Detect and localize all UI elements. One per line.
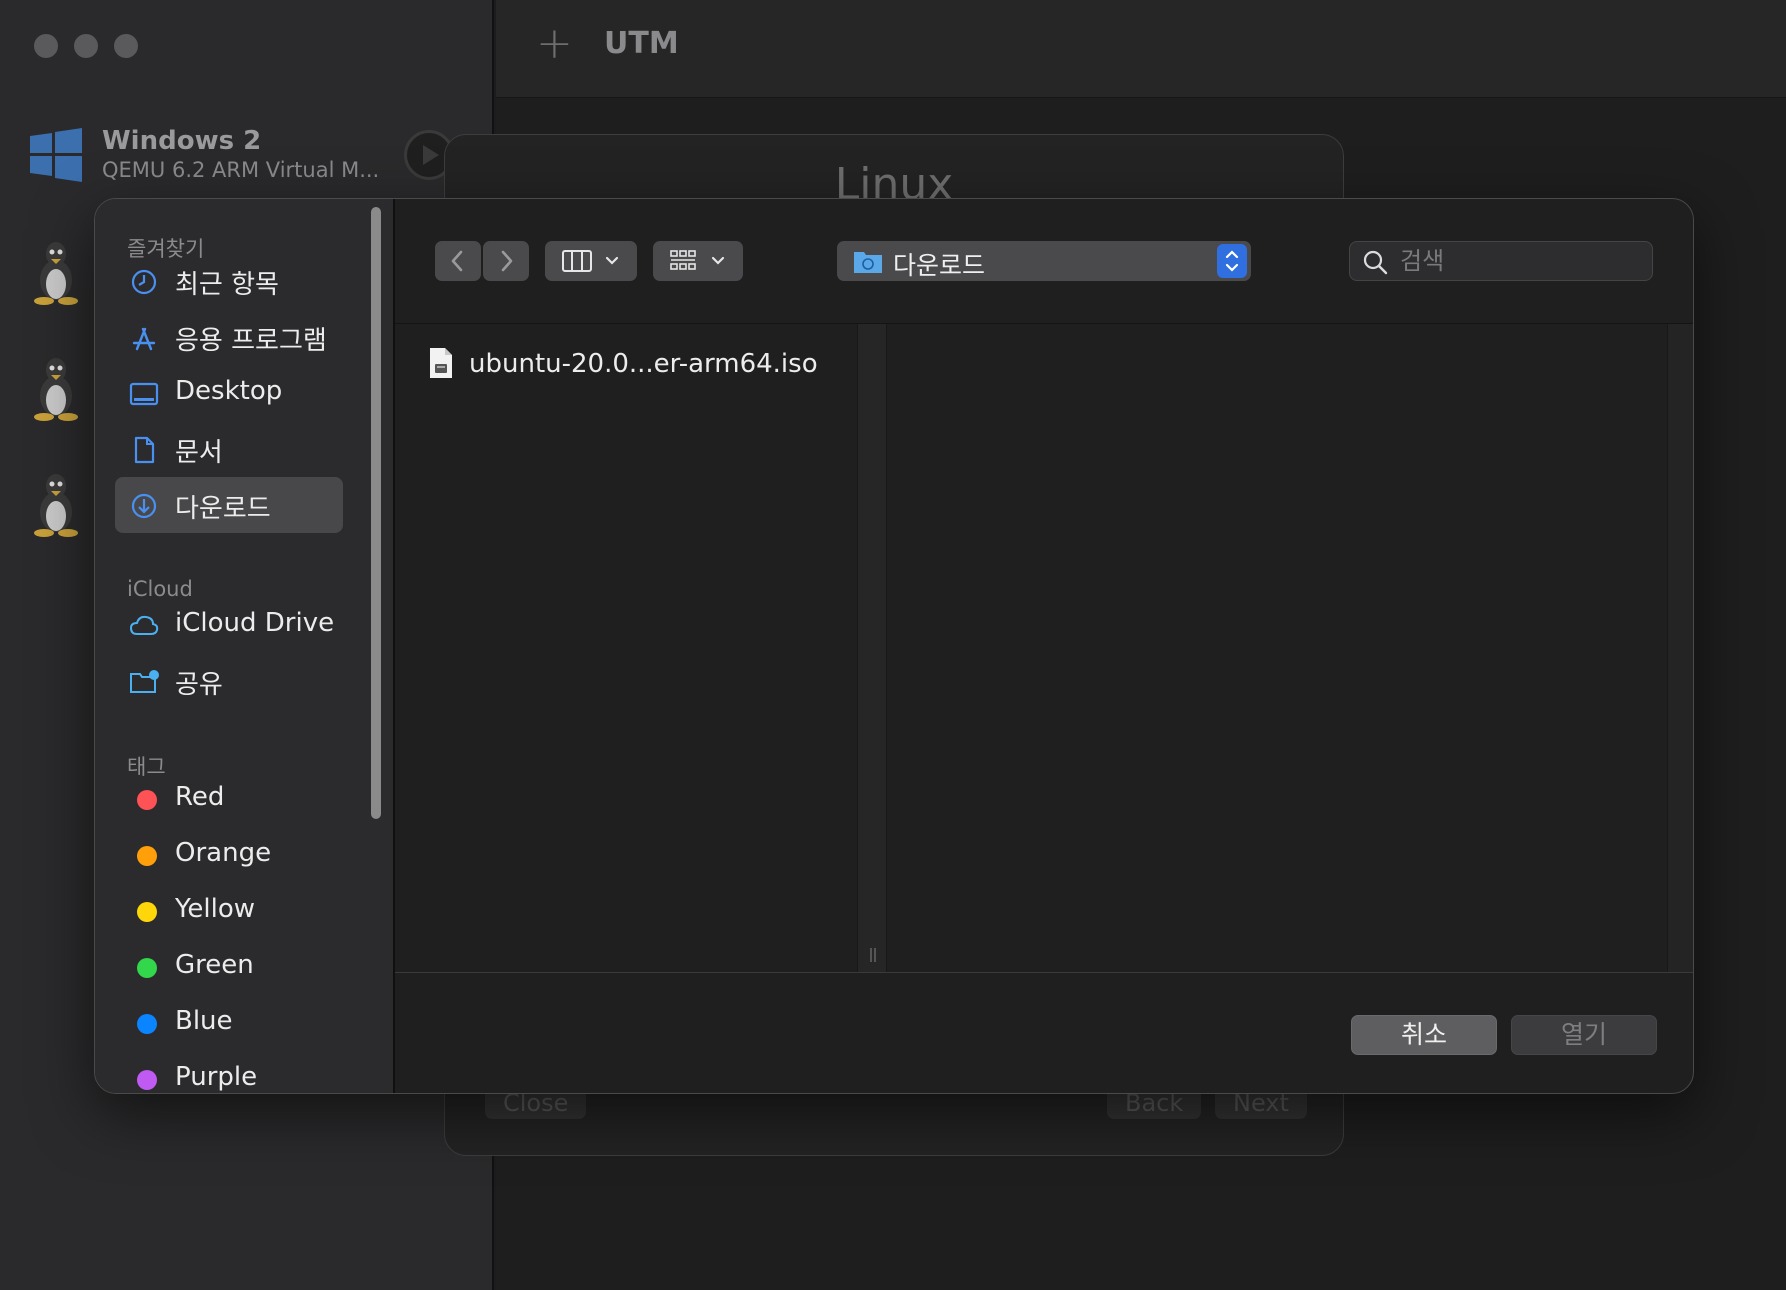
back-nav-button[interactable] xyxy=(435,241,481,281)
column-view-button[interactable] xyxy=(545,241,637,281)
sidebar-item-downloads[interactable]: 다운로드 xyxy=(115,477,343,533)
column-resize-handle[interactable] xyxy=(857,324,887,972)
grip-icon xyxy=(870,948,876,962)
cancel-button[interactable]: 취소 xyxy=(1351,1015,1497,1055)
zoom-window-button[interactable] xyxy=(114,34,138,58)
dialog-sidebar: 즐겨찾기 최근 항목 응용 프로그램 Desktop 문서 다운로드 iClou… xyxy=(95,199,395,1093)
grid-view-icon xyxy=(670,250,725,270)
sidebar-item-label: Blue xyxy=(175,1006,233,1036)
sidebar-item-icloud-drive[interactable]: iCloud Drive xyxy=(115,597,343,653)
sidebar-item-label: Orange xyxy=(175,838,272,868)
vm-subtitle: QEMU 6.2 ARM Virtual M... xyxy=(102,158,380,182)
location-label: 다운로드 xyxy=(893,251,986,280)
chevron-up-down-icon xyxy=(1225,250,1239,272)
desktop-icon xyxy=(129,382,159,406)
sidebar-item-label: 공유 xyxy=(175,670,223,700)
forward-nav-button[interactable] xyxy=(483,241,529,281)
column-right-edge xyxy=(1667,324,1693,972)
group-view-button[interactable] xyxy=(653,241,743,281)
sidebar-tag-purple[interactable]: Purple xyxy=(115,1051,343,1093)
browser-column-2[interactable] xyxy=(887,324,1667,972)
downloads-folder-icon xyxy=(854,252,882,273)
sidebar-tag-orange[interactable]: Orange xyxy=(115,827,343,883)
search-field[interactable] xyxy=(1349,241,1653,281)
tag-color-dot xyxy=(137,790,157,810)
linux-tux-icon[interactable] xyxy=(30,356,82,422)
sidebar-scrollbar[interactable] xyxy=(371,207,381,819)
tag-color-dot xyxy=(137,902,157,922)
sidebar-item-label: 문서 xyxy=(175,438,223,468)
search-icon xyxy=(1363,250,1388,275)
sidebar-tag-red[interactable]: Red xyxy=(115,771,343,827)
open-button[interactable]: 열기 xyxy=(1511,1015,1657,1055)
linux-tux-icon[interactable] xyxy=(30,240,82,306)
sidebar-item-label: Green xyxy=(175,950,254,980)
minimize-window-button[interactable] xyxy=(74,34,98,58)
sidebar-item-applications[interactable]: 응용 프로그램 xyxy=(115,309,343,365)
windows-logo-icon xyxy=(30,128,82,182)
sidebar-item-label: Red xyxy=(175,782,225,812)
shared-folder-icon xyxy=(130,670,159,693)
cloud-icon xyxy=(129,615,159,635)
sidebar-item-label: 다운로드 xyxy=(175,494,271,524)
iso-file-icon xyxy=(430,348,452,378)
search-input[interactable] xyxy=(1400,246,1640,276)
sidebar-item-label: Purple xyxy=(175,1062,258,1092)
sidebar-item-shared[interactable]: 공유 xyxy=(115,653,343,709)
sidebar-tag-blue[interactable]: Blue xyxy=(115,995,343,1051)
add-vm-button[interactable]: + xyxy=(536,18,573,69)
document-icon xyxy=(134,436,155,464)
browser-column-1[interactable] xyxy=(395,324,857,972)
footer-divider xyxy=(395,972,1693,973)
download-icon xyxy=(131,493,157,519)
tag-color-dot xyxy=(137,1014,157,1034)
file-name: ubuntu-20.0...er-arm64.iso xyxy=(469,349,818,379)
applications-icon xyxy=(132,327,156,351)
columns-view-icon xyxy=(562,250,619,272)
location-stepper[interactable] xyxy=(1217,244,1247,278)
utm-titlebar xyxy=(496,0,1786,98)
clock-icon xyxy=(131,269,157,295)
tag-color-dot xyxy=(137,846,157,866)
sidebar-item-documents[interactable]: 문서 xyxy=(115,421,343,477)
open-file-dialog: 즐겨찾기 최근 항목 응용 프로그램 Desktop 문서 다운로드 iClou… xyxy=(94,198,1694,1094)
sidebar-item-label: iCloud Drive xyxy=(175,608,335,638)
sidebar-item-label: Yellow xyxy=(175,894,256,924)
location-popup[interactable]: 다운로드 xyxy=(837,241,1251,281)
sidebar-item-label: 최근 항목 xyxy=(175,270,279,300)
sidebar-item-label: Desktop xyxy=(175,376,283,406)
chevron-left-icon xyxy=(451,250,463,272)
chevron-right-icon xyxy=(501,250,513,272)
sidebar-tag-green[interactable]: Green xyxy=(115,939,343,995)
vm-name[interactable]: Windows 2 xyxy=(102,126,261,156)
sidebar-item-label: 응용 프로그램 xyxy=(175,326,327,356)
linux-tux-icon[interactable] xyxy=(30,472,82,538)
tag-color-dot xyxy=(137,1070,157,1090)
sidebar-tag-yellow[interactable]: Yellow xyxy=(115,883,343,939)
app-title: UTM xyxy=(604,26,679,61)
sidebar-item-desktop[interactable]: Desktop xyxy=(115,365,343,421)
tag-color-dot xyxy=(137,958,157,978)
sidebar-item-recents[interactable]: 최근 항목 xyxy=(115,253,343,309)
close-window-button[interactable] xyxy=(34,34,58,58)
